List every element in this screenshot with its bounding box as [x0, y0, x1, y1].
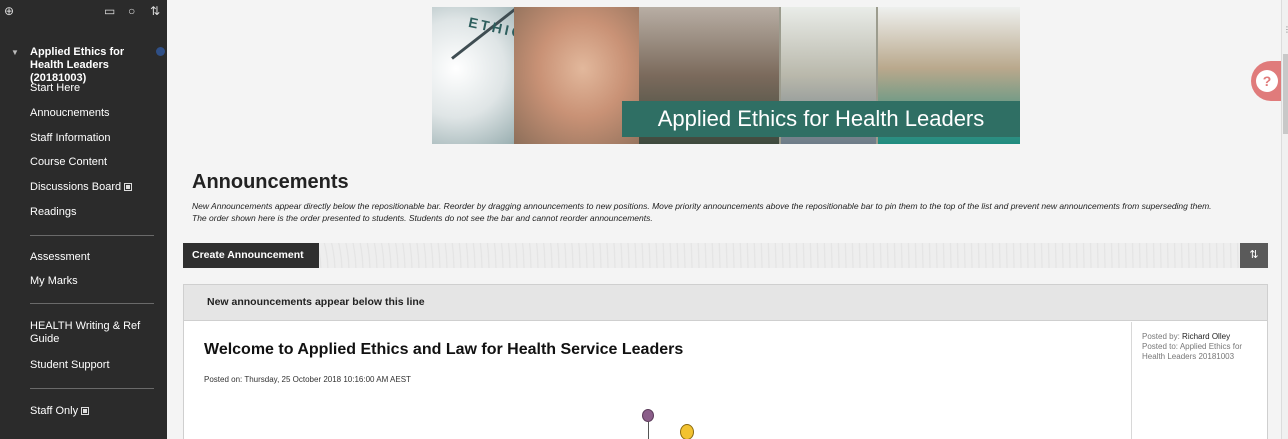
course-banner: ETHICS Applied Ethics for Health Leaders	[432, 7, 1020, 144]
course-menu-toolbar: ⊕ ▭ ○ ⇅	[0, 2, 167, 24]
balloon-string	[648, 422, 649, 439]
create-announcement-button[interactable]: Create Announcement	[183, 243, 319, 268]
sidebar-item-label: Discussions Board	[30, 181, 122, 193]
banner-title: Applied Ethics for Health Leaders	[657, 106, 985, 131]
sidebar-item-label: HEALTH Writing & Ref Guide	[30, 320, 141, 345]
sidebar-item-staff-only[interactable]: Staff Only	[30, 405, 90, 418]
sidebar-item-readings[interactable]: Readings	[30, 206, 76, 219]
repositionable-bar[interactable]: New announcements appear below this line	[184, 285, 1267, 321]
balloon-illustration	[642, 409, 654, 422]
posted-to-label: Posted to:	[1142, 342, 1179, 351]
collapse-caret-icon[interactable]: ▼	[11, 48, 19, 57]
sidebar-item-label: Assessment	[30, 251, 90, 263]
announcement-meta: Posted by: Richard Olley Posted to: Appl…	[1131, 322, 1267, 439]
announcement-title[interactable]: Welcome to Applied Ethics and Law for He…	[204, 341, 683, 359]
reorder-menu-icon[interactable]: ⇅	[150, 4, 160, 18]
sidebar-item-course-content[interactable]: Course Content	[30, 156, 107, 169]
sidebar-item-label: Course Content	[30, 156, 108, 168]
course-menu: ⊕ ▭ ○ ⇅ ▼ Applied Ethics for Health Lead…	[0, 0, 167, 439]
sidebar-item-student-support[interactable]: Student Support	[30, 359, 110, 372]
sidebar-item-label: Staff Only	[30, 405, 79, 417]
posted-by-name: Richard Olley	[1182, 332, 1231, 341]
page-description: New Announcements appear directly below …	[192, 201, 1212, 223]
repositionable-bar-label: New announcements appear below this line	[207, 296, 425, 308]
menu-divider	[30, 235, 154, 236]
banner-photo-hands	[514, 7, 639, 144]
external-link-icon	[81, 407, 90, 415]
posted-by-label: Posted by:	[1142, 332, 1180, 341]
sidebar-item-health-writing-guide[interactable]: HEALTH Writing & Ref Guide	[30, 320, 148, 346]
sidebar-item-label: Staff Information	[30, 132, 111, 144]
sidebar-item-label: Student Support	[30, 359, 110, 371]
refresh-icon[interactable]: ○	[128, 4, 135, 18]
sidebar-item-label: Start Here	[30, 82, 81, 94]
sidebar-item-my-marks[interactable]: My Marks	[30, 275, 78, 288]
add-menu-item-icon[interactable]: ⊕	[4, 4, 14, 18]
page-scrollbar[interactable]: ⋮	[1281, 0, 1288, 439]
page-title: Announcements	[192, 171, 349, 193]
course-title[interactable]: Applied Ethics for Health Leaders (20181…	[30, 46, 158, 85]
sidebar-item-staff-information[interactable]: Staff Information	[30, 132, 111, 145]
menu-divider	[30, 303, 154, 304]
action-bar: Create Announcement ⇅	[183, 243, 1268, 268]
sidebar-item-label: My Marks	[30, 275, 78, 287]
announcement-list: New announcements appear below this line…	[183, 284, 1268, 439]
banner-title-bar: Applied Ethics for Health Leaders	[622, 101, 1020, 137]
menu-divider	[30, 388, 154, 389]
sidebar-item-discussions-board[interactable]: Discussions Board	[30, 181, 133, 194]
posted-to: Posted to: Applied Ethics for Health Lea…	[1142, 342, 1264, 362]
scrollbar-grip-icon: ⋮	[1283, 25, 1288, 34]
sidebar-item-label: Readings	[30, 206, 77, 218]
sidebar-item-announcements[interactable]: Annoucnements	[30, 107, 110, 120]
balloon-illustration	[680, 424, 694, 439]
external-link-icon	[124, 183, 133, 191]
announcement-date: Posted on: Thursday, 25 October 2018 10:…	[204, 375, 411, 384]
folder-view-icon[interactable]: ▭	[104, 4, 115, 18]
sidebar-item-label: Annoucnements	[30, 107, 110, 119]
question-mark-icon: ?	[1256, 70, 1278, 92]
sidebar-item-assessment[interactable]: Assessment	[30, 251, 90, 264]
posted-by: Posted by: Richard Olley	[1142, 332, 1264, 342]
sidebar-item-start-here[interactable]: Start Here	[30, 82, 80, 95]
course-pin-icon	[156, 47, 165, 56]
scrollbar-thumb[interactable]	[1283, 54, 1288, 134]
reorder-announcements-icon[interactable]: ⇅	[1240, 243, 1268, 268]
